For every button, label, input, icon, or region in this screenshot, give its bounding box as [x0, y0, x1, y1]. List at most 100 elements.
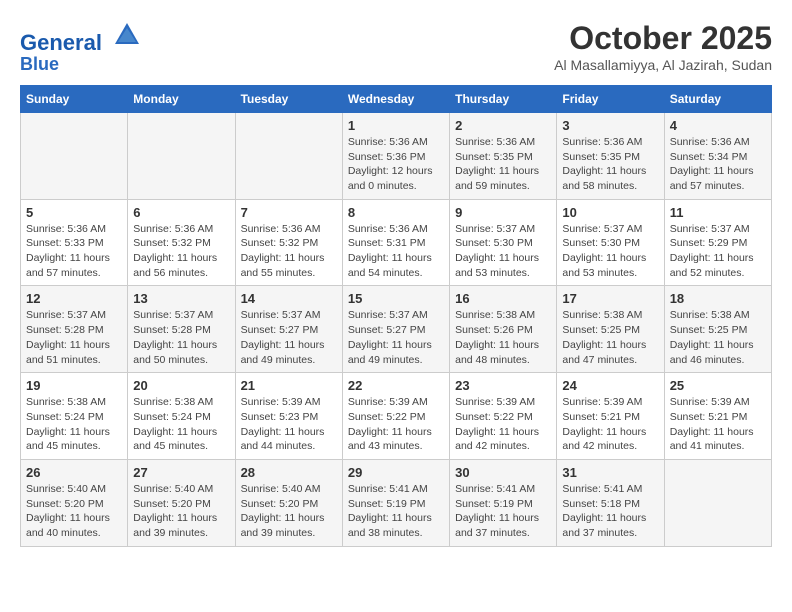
day-info: Sunrise: 5:39 AM Sunset: 5:22 PM Dayligh…: [455, 395, 551, 454]
calendar-cell: 23 Sunrise: 5:39 AM Sunset: 5:22 PM Dayli…: [450, 373, 557, 460]
calendar-cell: 15 Sunrise: 5:37 AM Sunset: 5:27 PM Dayli…: [342, 286, 449, 373]
day-info: Sunrise: 5:37 AM Sunset: 5:27 PM Dayligh…: [241, 308, 337, 367]
weekday-header: Friday: [557, 85, 664, 112]
day-info: Sunrise: 5:41 AM Sunset: 5:18 PM Dayligh…: [562, 482, 658, 541]
calendar-cell: 14 Sunrise: 5:37 AM Sunset: 5:27 PM Dayli…: [235, 286, 342, 373]
day-number: 6: [133, 205, 229, 220]
day-info: Sunrise: 5:38 AM Sunset: 5:25 PM Dayligh…: [562, 308, 658, 367]
day-number: 27: [133, 465, 229, 480]
day-info: Sunrise: 5:38 AM Sunset: 5:26 PM Dayligh…: [455, 308, 551, 367]
day-number: 14: [241, 291, 337, 306]
day-info: Sunrise: 5:41 AM Sunset: 5:19 PM Dayligh…: [348, 482, 444, 541]
day-number: 22: [348, 378, 444, 393]
calendar-cell: 20Sunrise: 5:38 AM Sunset: 5:24 PM Dayli…: [128, 373, 235, 460]
calendar-cell: 10Sunrise: 5:37 AM Sunset: 5:30 PM Dayli…: [557, 199, 664, 286]
calendar-cell: 31 Sunrise: 5:41 AM Sunset: 5:18 PM Dayli…: [557, 459, 664, 546]
day-number: 9: [455, 205, 551, 220]
day-number: 1: [348, 118, 444, 133]
logo-icon: [112, 20, 142, 50]
day-number: 4: [670, 118, 766, 133]
calendar-cell: 18Sunrise: 5:38 AM Sunset: 5:25 PM Dayli…: [664, 286, 771, 373]
logo: General Blue: [20, 20, 142, 75]
calendar-cell: 5 Sunrise: 5:36 AM Sunset: 5:33 PM Daylig…: [21, 199, 128, 286]
month-title: October 2025: [554, 20, 772, 57]
calendar-week-row: 5 Sunrise: 5:36 AM Sunset: 5:33 PM Daylig…: [21, 199, 772, 286]
weekday-header: Tuesday: [235, 85, 342, 112]
calendar-cell: 16 Sunrise: 5:38 AM Sunset: 5:26 PM Dayli…: [450, 286, 557, 373]
day-number: 8: [348, 205, 444, 220]
day-info: Sunrise: 5:40 AM Sunset: 5:20 PM Dayligh…: [241, 482, 337, 541]
calendar-cell: 9 Sunrise: 5:37 AM Sunset: 5:30 PM Daylig…: [450, 199, 557, 286]
calendar-cell: 29 Sunrise: 5:41 AM Sunset: 5:19 PM Dayli…: [342, 459, 449, 546]
day-number: 18: [670, 291, 766, 306]
day-number: 16: [455, 291, 551, 306]
calendar-cell: 12Sunrise: 5:37 AM Sunset: 5:28 PM Dayli…: [21, 286, 128, 373]
weekday-header: Thursday: [450, 85, 557, 112]
day-number: 15: [348, 291, 444, 306]
calendar-cell: 19 Sunrise: 5:38 AM Sunset: 5:24 PM Dayli…: [21, 373, 128, 460]
day-number: 17: [562, 291, 658, 306]
calendar-cell: 2Sunrise: 5:36 AM Sunset: 5:35 PM Daylig…: [450, 112, 557, 199]
weekday-header: Wednesday: [342, 85, 449, 112]
day-info: Sunrise: 5:36 AM Sunset: 5:35 PM Dayligh…: [455, 135, 551, 194]
day-info: Sunrise: 5:40 AM Sunset: 5:20 PM Dayligh…: [26, 482, 122, 541]
day-info: Sunrise: 5:37 AM Sunset: 5:30 PM Dayligh…: [455, 222, 551, 281]
day-info: Sunrise: 5:39 AM Sunset: 5:21 PM Dayligh…: [670, 395, 766, 454]
day-info: Sunrise: 5:36 AM Sunset: 5:36 PM Dayligh…: [348, 135, 444, 194]
day-info: Sunrise: 5:38 AM Sunset: 5:24 PM Dayligh…: [26, 395, 122, 454]
day-info: Sunrise: 5:36 AM Sunset: 5:33 PM Dayligh…: [26, 222, 122, 281]
calendar-cell: 26 Sunrise: 5:40 AM Sunset: 5:20 PM Dayli…: [21, 459, 128, 546]
calendar-cell: 21 Sunrise: 5:39 AM Sunset: 5:23 PM Dayli…: [235, 373, 342, 460]
day-info: Sunrise: 5:36 AM Sunset: 5:35 PM Dayligh…: [562, 135, 658, 194]
calendar-week-row: 19 Sunrise: 5:38 AM Sunset: 5:24 PM Dayli…: [21, 373, 772, 460]
calendar-cell: 7Sunrise: 5:36 AM Sunset: 5:32 PM Daylig…: [235, 199, 342, 286]
day-number: 24: [562, 378, 658, 393]
day-info: Sunrise: 5:37 AM Sunset: 5:27 PM Dayligh…: [348, 308, 444, 367]
day-number: 21: [241, 378, 337, 393]
day-info: Sunrise: 5:37 AM Sunset: 5:28 PM Dayligh…: [133, 308, 229, 367]
day-number: 25: [670, 378, 766, 393]
day-number: 26: [26, 465, 122, 480]
calendar-cell: 24 Sunrise: 5:39 AM Sunset: 5:21 PM Dayli…: [557, 373, 664, 460]
day-number: 23: [455, 378, 551, 393]
day-info: Sunrise: 5:39 AM Sunset: 5:23 PM Dayligh…: [241, 395, 337, 454]
calendar-cell: 17 Sunrise: 5:38 AM Sunset: 5:25 PM Dayli…: [557, 286, 664, 373]
calendar-cell: [664, 459, 771, 546]
calendar-week-row: 1 Sunrise: 5:36 AM Sunset: 5:36 PM Daylig…: [21, 112, 772, 199]
logo-text: General: [20, 20, 142, 55]
calendar-cell: [128, 112, 235, 199]
day-info: Sunrise: 5:36 AM Sunset: 5:32 PM Dayligh…: [133, 222, 229, 281]
day-info: Sunrise: 5:40 AM Sunset: 5:20 PM Dayligh…: [133, 482, 229, 541]
calendar-cell: 22Sunrise: 5:39 AM Sunset: 5:22 PM Dayli…: [342, 373, 449, 460]
calendar-cell: 27 Sunrise: 5:40 AM Sunset: 5:20 PM Dayli…: [128, 459, 235, 546]
calendar-cell: [235, 112, 342, 199]
day-number: 19: [26, 378, 122, 393]
calendar-cell: 8 Sunrise: 5:36 AM Sunset: 5:31 PM Daylig…: [342, 199, 449, 286]
calendar-cell: 6 Sunrise: 5:36 AM Sunset: 5:32 PM Daylig…: [128, 199, 235, 286]
day-number: 11: [670, 205, 766, 220]
day-number: 31: [562, 465, 658, 480]
day-number: 20: [133, 378, 229, 393]
day-info: Sunrise: 5:37 AM Sunset: 5:29 PM Dayligh…: [670, 222, 766, 281]
calendar-cell: [21, 112, 128, 199]
calendar-cell: 4 Sunrise: 5:36 AM Sunset: 5:34 PM Daylig…: [664, 112, 771, 199]
day-info: Sunrise: 5:36 AM Sunset: 5:34 PM Dayligh…: [670, 135, 766, 194]
calendar-cell: 1 Sunrise: 5:36 AM Sunset: 5:36 PM Daylig…: [342, 112, 449, 199]
day-number: 5: [26, 205, 122, 220]
calendar-week-row: 26 Sunrise: 5:40 AM Sunset: 5:20 PM Dayli…: [21, 459, 772, 546]
weekday-header: Saturday: [664, 85, 771, 112]
weekday-header: Sunday: [21, 85, 128, 112]
day-number: 13: [133, 291, 229, 306]
day-number: 30: [455, 465, 551, 480]
day-number: 29: [348, 465, 444, 480]
day-info: Sunrise: 5:41 AM Sunset: 5:19 PM Dayligh…: [455, 482, 551, 541]
day-info: Sunrise: 5:36 AM Sunset: 5:31 PM Dayligh…: [348, 222, 444, 281]
calendar-cell: 3 Sunrise: 5:36 AM Sunset: 5:35 PM Daylig…: [557, 112, 664, 199]
day-info: Sunrise: 5:39 AM Sunset: 5:21 PM Dayligh…: [562, 395, 658, 454]
header-row: SundayMondayTuesdayWednesdayThursdayFrid…: [21, 85, 772, 112]
day-number: 3: [562, 118, 658, 133]
day-number: 10: [562, 205, 658, 220]
calendar-table: SundayMondayTuesdayWednesdayThursdayFrid…: [20, 85, 772, 547]
page-header: General Blue October 2025 Al Masallamiyy…: [20, 20, 772, 75]
location-subtitle: Al Masallamiyya, Al Jazirah, Sudan: [554, 57, 772, 73]
